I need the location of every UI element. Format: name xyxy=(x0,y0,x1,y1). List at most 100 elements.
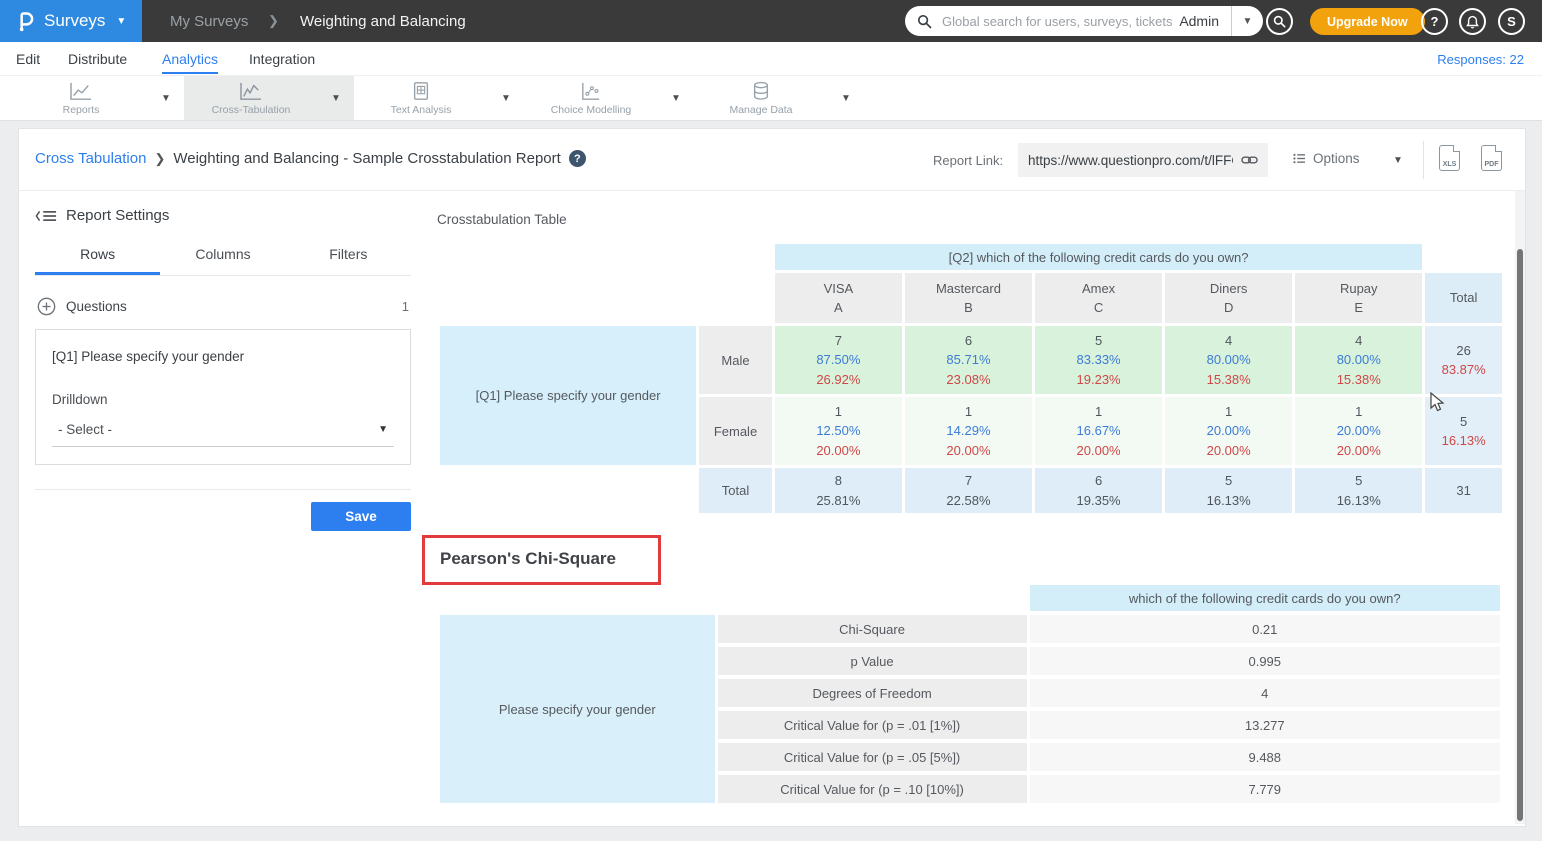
list-options-icon xyxy=(1293,153,1306,164)
text-analysis-dropdown[interactable]: ▼ xyxy=(488,76,524,120)
chi-stat-value: 0.21 xyxy=(1030,615,1500,643)
choice-modelling-dropdown[interactable]: ▼ xyxy=(658,76,694,120)
crosstab-total-cell: 516.13% xyxy=(1165,468,1292,513)
product-switcher[interactable]: Surveys ▼ xyxy=(0,0,142,42)
divider xyxy=(35,489,411,490)
crosstab-total-cell: 722.58% xyxy=(905,468,1032,513)
database-icon xyxy=(751,81,771,101)
top-bar: Surveys ▼ My Surveys ❯ Weighting and Bal… xyxy=(0,0,1542,42)
scatter-chart-icon xyxy=(580,81,602,101)
pdf-icon: PDF xyxy=(1482,161,1501,168)
crosstab-cell: 112.50%20.00% xyxy=(775,397,902,465)
search-button[interactable] xyxy=(1266,8,1293,35)
responses-count[interactable]: Responses: 22 xyxy=(1437,42,1524,76)
notifications-button[interactable] xyxy=(1459,8,1486,35)
product-name: Surveys xyxy=(44,11,105,31)
vertical-scrollbar[interactable] xyxy=(1515,191,1525,824)
options-dropdown[interactable]: ▼ xyxy=(1393,155,1403,166)
crosstab-cell: 116.67%20.00% xyxy=(1035,397,1162,465)
crosstab-cell: 787.50%26.92% xyxy=(775,326,902,394)
crosstab-row-total: 516.13% xyxy=(1425,397,1502,465)
scrollbar-thumb[interactable] xyxy=(1517,249,1523,821)
manage-data-dropdown[interactable]: ▼ xyxy=(828,76,864,120)
options-button[interactable]: Options xyxy=(1293,151,1360,166)
report-url[interactable]: https://www.questionpro.com/t/lFFCZg xyxy=(1028,153,1233,168)
help-button[interactable]: ? xyxy=(1421,8,1448,35)
crosstab-total-cell: 825.81% xyxy=(775,468,902,513)
analytics-toolbar: Reports ▼ Cross-Tabulation ▼ Text Analys… xyxy=(0,76,1542,121)
crosstab-row-question: [Q1] Please specify your gender xyxy=(440,326,696,465)
chi-stat-label: Degrees of Freedom xyxy=(718,679,1027,707)
user-avatar[interactable]: S xyxy=(1498,8,1525,35)
export-pdf-button[interactable]: PDF xyxy=(1481,145,1505,175)
crosstab-cell: 685.71%23.08% xyxy=(905,326,1032,394)
nav-item-integration[interactable]: Integration xyxy=(249,42,315,76)
questions-count-badge: 1 xyxy=(402,299,409,314)
toolbar-item-cross-tabulation[interactable]: Cross-Tabulation ▼ xyxy=(184,76,354,120)
drilldown-label: Drilldown xyxy=(52,392,394,407)
chevron-down-icon: ▼ xyxy=(378,424,388,435)
crosstab-cell: 480.00%15.38% xyxy=(1165,326,1292,394)
chi-stat-label: Critical Value for (p = .01 [1%]) xyxy=(718,711,1027,739)
title-help-icon[interactable]: ? xyxy=(569,150,586,167)
toolbar-item-manage-data[interactable]: Manage Data ▼ xyxy=(694,76,864,120)
chi-stat-value: 0.995 xyxy=(1030,647,1500,675)
cross-tabulation-dropdown[interactable]: ▼ xyxy=(318,76,354,120)
column-header: DinersD xyxy=(1165,273,1292,323)
chi-stat-value: 4 xyxy=(1030,679,1500,707)
column-header: RupayE xyxy=(1295,273,1422,323)
row-header-male: Male xyxy=(699,326,772,394)
chi-column-header: which of the following credit cards do y… xyxy=(1030,585,1500,611)
toolbar-item-choice-modelling[interactable]: Choice Modelling ▼ xyxy=(524,76,694,120)
cross-tab-chart-icon xyxy=(239,81,263,101)
total-column-header: Total xyxy=(1425,273,1502,323)
reports-dropdown[interactable]: ▼ xyxy=(148,76,184,120)
bell-icon xyxy=(1466,15,1479,29)
chi-stat-value: 7.779 xyxy=(1030,775,1500,803)
export-xls-button[interactable]: XLS xyxy=(1439,145,1463,175)
crosstab-cell: 120.00%20.00% xyxy=(1165,397,1292,465)
pearson-highlight-box: Pearson's Chi-Square xyxy=(422,535,661,585)
search-scope-value[interactable]: Admin xyxy=(1175,13,1231,29)
crosstab-grand-total: 31 xyxy=(1425,468,1502,513)
crosstab-total-cell: 516.13% xyxy=(1295,468,1422,513)
chevron-right-icon: ❯ xyxy=(154,151,165,167)
report-header: Cross Tabulation ❯ Weighting and Balanci… xyxy=(19,129,1525,191)
nav-item-analytics[interactable]: Analytics xyxy=(162,42,218,76)
search-input[interactable] xyxy=(940,13,1175,30)
link-icon[interactable] xyxy=(1241,154,1258,166)
collapse-panel-icon[interactable] xyxy=(35,209,57,223)
add-question-icon[interactable] xyxy=(37,297,56,316)
report-url-box[interactable]: https://www.questionpro.com/t/lFFCZg xyxy=(1018,143,1268,177)
breadcrumb-cross-tabulation-link[interactable]: Cross Tabulation xyxy=(35,150,146,167)
page-title: Weighting and Balancing - Sample Crossta… xyxy=(173,150,560,167)
breadcrumb: Cross Tabulation ❯ Weighting and Balanci… xyxy=(35,150,586,167)
tab-columns[interactable]: Columns xyxy=(160,246,285,275)
search-scope-dropdown[interactable]: ▼ xyxy=(1231,6,1263,36)
upgrade-button[interactable]: Upgrade Now xyxy=(1310,8,1425,35)
chi-stat-value: 9.488 xyxy=(1030,743,1500,771)
crosstab-total-cell: 619.35% xyxy=(1035,468,1162,513)
nav-item-distribute[interactable]: Distribute xyxy=(68,42,127,76)
toolbar-item-reports[interactable]: Reports ▼ xyxy=(14,76,184,120)
global-search[interactable]: Admin ▼ xyxy=(905,6,1263,36)
tab-filters[interactable]: Filters xyxy=(286,246,411,275)
drilldown-select[interactable]: - Select - ▼ xyxy=(52,422,394,447)
survey-nav: Edit Distribute Analytics Integration Re… xyxy=(0,42,1542,76)
tab-rows[interactable]: Rows xyxy=(35,246,160,275)
crosstab-row-total: 2683.87% xyxy=(1425,326,1502,394)
chevron-down-icon: ▼ xyxy=(116,16,126,27)
nav-item-edit[interactable]: Edit xyxy=(16,42,40,76)
topbar-breadcrumb-current: Weighting and Balancing xyxy=(300,0,466,42)
total-row-header: Total xyxy=(699,468,772,513)
line-chart-icon xyxy=(69,81,93,101)
settings-tabs: Rows Columns Filters xyxy=(35,246,411,276)
question-card[interactable]: [Q1] Please specify your gender Drilldow… xyxy=(35,329,411,465)
toolbar-item-text-analysis[interactable]: Text Analysis ▼ xyxy=(354,76,524,120)
questions-label: Questions xyxy=(66,299,127,314)
chevron-right-icon: ❯ xyxy=(268,0,279,42)
chi-stat-label: p Value xyxy=(718,647,1027,675)
topbar-breadcrumb-parent[interactable]: My Surveys xyxy=(170,0,248,42)
column-header: AmexC xyxy=(1035,273,1162,323)
save-button[interactable]: Save xyxy=(311,502,411,531)
